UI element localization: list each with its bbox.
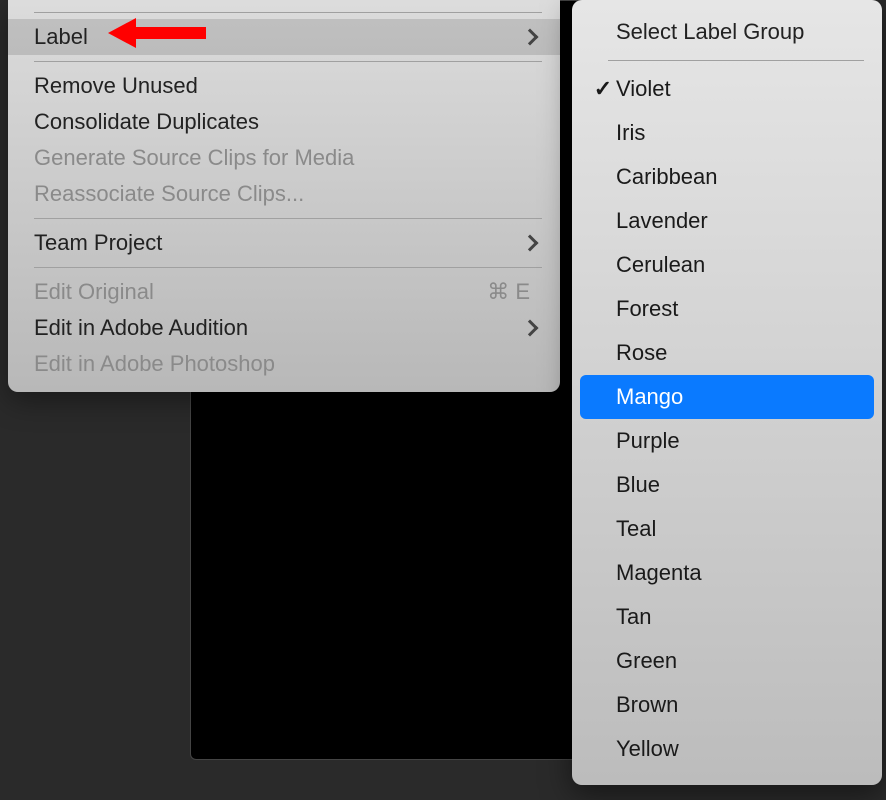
label-option-text: Magenta bbox=[616, 560, 856, 586]
label-option-green[interactable]: Green bbox=[580, 639, 874, 683]
label-option-cerulean[interactable]: Cerulean bbox=[580, 243, 874, 287]
label-option-text: Brown bbox=[616, 692, 856, 718]
label-option-text: Green bbox=[616, 648, 856, 674]
label-option-text: Caribbean bbox=[616, 164, 856, 190]
label-option-text: Tan bbox=[616, 604, 856, 630]
submenu-header: Select Label Group bbox=[580, 10, 874, 54]
menu-item-generate-source-clips-for-media: Generate Source Clips for Media bbox=[8, 140, 560, 176]
menu-item-reassociate-source-clips-: Reassociate Source Clips... bbox=[8, 176, 560, 212]
menu-item-edit-original: Edit Original⌘ E bbox=[8, 274, 560, 310]
menu-item-label: Edit in Adobe Photoshop bbox=[34, 351, 542, 377]
label-option-tan[interactable]: Tan bbox=[580, 595, 874, 639]
chevron-right-icon bbox=[522, 235, 539, 252]
menu-shortcut: ⌘ E bbox=[487, 279, 530, 305]
menu-item-label: Generate Source Clips for Media bbox=[34, 145, 542, 171]
label-option-rose[interactable]: Rose bbox=[580, 331, 874, 375]
menu-separator bbox=[34, 267, 542, 268]
label-option-text: Teal bbox=[616, 516, 856, 542]
label-option-lavender[interactable]: Lavender bbox=[580, 199, 874, 243]
label-option-forest[interactable]: Forest bbox=[580, 287, 874, 331]
menu-separator bbox=[34, 61, 542, 62]
menu-item-label: Consolidate Duplicates bbox=[34, 109, 542, 135]
annotation-arrow bbox=[108, 18, 206, 48]
menu-item-label[interactable]: Label bbox=[8, 19, 560, 55]
label-option-teal[interactable]: Teal bbox=[580, 507, 874, 551]
label-option-text: Cerulean bbox=[616, 252, 856, 278]
menu-item-label: Reassociate Source Clips... bbox=[34, 181, 542, 207]
label-option-magenta[interactable]: Magenta bbox=[580, 551, 874, 595]
label-option-blue[interactable]: Blue bbox=[580, 463, 874, 507]
menu-separator bbox=[34, 12, 542, 13]
label-option-text: Blue bbox=[616, 472, 856, 498]
chevron-right-icon bbox=[522, 29, 539, 46]
menu-item-label: Remove Unused bbox=[34, 73, 542, 99]
menu-item-label: Edit Original bbox=[34, 279, 487, 305]
label-option-text: Lavender bbox=[616, 208, 856, 234]
label-option-text: Rose bbox=[616, 340, 856, 366]
menu-item-team-project[interactable]: Team Project bbox=[8, 225, 560, 261]
label-option-text: Iris bbox=[616, 120, 856, 146]
label-option-text: Yellow bbox=[616, 736, 856, 762]
label-option-mango[interactable]: Mango bbox=[580, 375, 874, 419]
label-option-text: Violet bbox=[616, 76, 856, 102]
menu-item-edit-in-adobe-photoshop: Edit in Adobe Photoshop bbox=[8, 346, 560, 382]
menu-separator bbox=[34, 218, 542, 219]
label-option-text: Forest bbox=[616, 296, 856, 322]
menu-item-label: Edit in Adobe Audition bbox=[34, 315, 524, 341]
label-option-text: Mango bbox=[616, 384, 856, 410]
label-option-brown[interactable]: Brown bbox=[580, 683, 874, 727]
label-option-violet[interactable]: ✓Violet bbox=[580, 67, 874, 111]
chevron-right-icon bbox=[522, 320, 539, 337]
checkmark-icon: ✓ bbox=[590, 76, 616, 102]
menu-item-consolidate-duplicates[interactable]: Consolidate Duplicates bbox=[8, 104, 560, 140]
label-option-text: Purple bbox=[616, 428, 856, 454]
menu-separator bbox=[608, 60, 864, 61]
label-option-iris[interactable]: Iris bbox=[580, 111, 874, 155]
label-option-yellow[interactable]: Yellow bbox=[580, 727, 874, 771]
context-menu: Label Remove Unused Consolidate Duplicates… bbox=[8, 0, 560, 392]
label-option-purple[interactable]: Purple bbox=[580, 419, 874, 463]
menu-item-remove-unused[interactable]: Remove Unused bbox=[8, 68, 560, 104]
label-submenu: Select Label Group ✓Violet Iris Caribbean L… bbox=[572, 0, 882, 785]
menu-item-label: Team Project bbox=[34, 230, 524, 256]
label-option-caribbean[interactable]: Caribbean bbox=[580, 155, 874, 199]
menu-item-edit-in-adobe-audition[interactable]: Edit in Adobe Audition bbox=[8, 310, 560, 346]
